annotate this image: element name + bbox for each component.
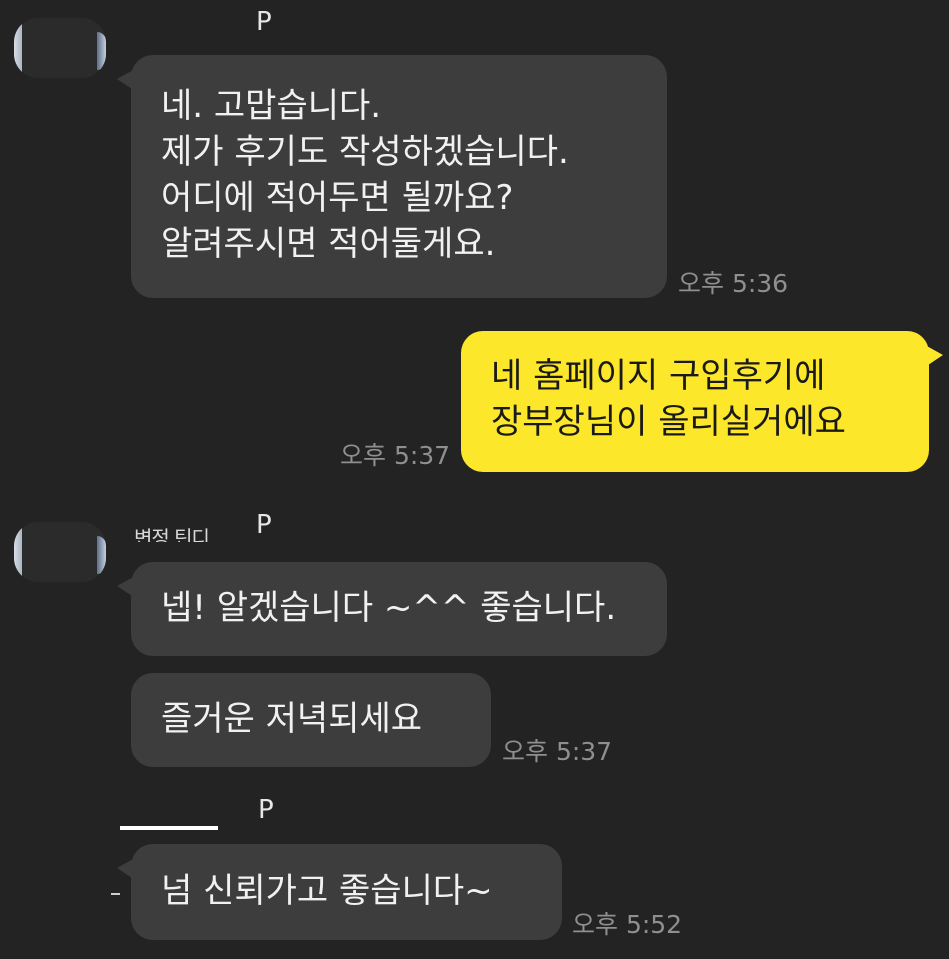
redaction-mark bbox=[111, 893, 120, 895]
sender-name: P bbox=[256, 510, 272, 540]
avatar-edge bbox=[14, 18, 22, 78]
avatar-edge bbox=[14, 522, 22, 582]
sender-name-partial: 변정 틴디 bbox=[134, 528, 210, 542]
sender-name: P bbox=[256, 7, 272, 37]
message-time: 오후 5:37 bbox=[340, 441, 451, 470]
sender-avatar[interactable] bbox=[14, 18, 106, 78]
chat-window: P 네. 고맙습니다. 제가 후기도 작성하겠습니다. 어디에 적어두면 될까요… bbox=[0, 0, 949, 959]
avatar-edge bbox=[97, 536, 106, 574]
message-bubble[interactable]: 넵! 알겠습니다 ~^^ 좋습니다. bbox=[117, 562, 667, 656]
message-time: 오후 5:37 bbox=[502, 737, 613, 766]
message-bubble[interactable]: 넘 신뢰가고 좋습니다~ bbox=[117, 844, 562, 940]
sender-avatar[interactable] bbox=[14, 522, 106, 582]
avatar-edge bbox=[97, 32, 106, 70]
message-bubble[interactable]: 네. 고맙습니다. 제가 후기도 작성하겠습니다. 어디에 적어두면 될까요? … bbox=[117, 55, 667, 298]
message-bubble[interactable]: 즐거운 저녁되세요 bbox=[131, 673, 491, 767]
message-time: 오후 5:52 bbox=[572, 910, 683, 939]
sender-name: P bbox=[258, 795, 274, 825]
my-message-bubble[interactable]: 네 홈페이지 구입후기에 장부장님이 올리실거에요 bbox=[461, 331, 943, 472]
message-time: 오후 5:36 bbox=[678, 269, 789, 298]
redaction-mark bbox=[120, 826, 218, 830]
